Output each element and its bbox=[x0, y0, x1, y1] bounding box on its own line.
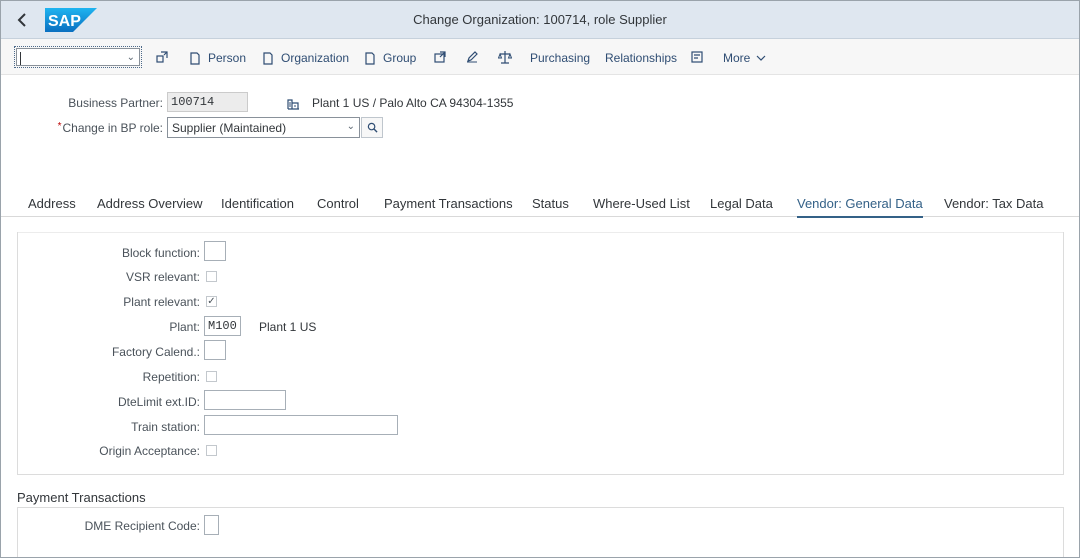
where-used-icon[interactable] bbox=[690, 50, 704, 64]
tab-identification[interactable]: Identification bbox=[221, 196, 294, 211]
change-role-label: *Change in BP role: bbox=[31, 121, 163, 135]
dme-recipient-code-field[interactable] bbox=[204, 515, 219, 535]
organization-button[interactable]: Organization bbox=[262, 49, 349, 67]
building-icon bbox=[287, 98, 299, 110]
page-title: Change Organization: 100714, role Suppli… bbox=[413, 12, 667, 27]
tab-vendor-tax-data[interactable]: Vendor: Tax Data bbox=[944, 196, 1044, 211]
train-station-field[interactable] bbox=[204, 415, 398, 435]
document-icon bbox=[190, 51, 200, 65]
chevron-left-icon bbox=[17, 13, 26, 27]
group-label: Group bbox=[383, 51, 417, 65]
repetition-checkbox[interactable] bbox=[206, 371, 217, 382]
chevron-down-icon[interactable]: ⌄ bbox=[347, 121, 355, 132]
business-partner-field[interactable]: 100714 bbox=[167, 92, 248, 112]
factory-calendar-label: Factory Calend.: bbox=[111, 345, 200, 359]
dte-limit-label: DteLimit ext.ID: bbox=[117, 395, 200, 409]
plant-label: Plant: bbox=[169, 320, 200, 334]
origin-acceptance-label: Origin Acceptance: bbox=[99, 444, 200, 458]
switch-partner-icon[interactable] bbox=[155, 50, 169, 64]
plant-relevant-checkbox[interactable]: ✓ bbox=[206, 296, 217, 307]
document-icon bbox=[263, 51, 273, 65]
train-station-label: Train station: bbox=[131, 420, 200, 434]
block-function-label: Block function: bbox=[121, 246, 200, 260]
tab-status[interactable]: Status bbox=[532, 196, 569, 211]
block-function-field[interactable] bbox=[204, 241, 226, 261]
purchasing-label: Purchasing bbox=[530, 51, 591, 65]
more-label: More bbox=[723, 51, 751, 65]
relationships-button[interactable]: Relationships bbox=[605, 49, 677, 67]
tab-vendor-general-data[interactable]: Vendor: General Data bbox=[797, 196, 923, 218]
tab-strip: Address Address Overview Identification … bbox=[1, 191, 1079, 218]
document-icon bbox=[365, 51, 375, 65]
dme-recipient-code-label: DME Recipient Code: bbox=[84, 519, 200, 533]
more-button[interactable]: More bbox=[723, 49, 767, 67]
tab-legal-data[interactable]: Legal Data bbox=[710, 196, 773, 211]
group-button[interactable]: Group bbox=[364, 49, 416, 67]
chevron-down-icon bbox=[756, 55, 766, 61]
back-button[interactable] bbox=[11, 10, 33, 30]
tab-address-overview[interactable]: Address Overview bbox=[97, 196, 202, 211]
business-partner-label: Business Partner: bbox=[68, 96, 163, 110]
bp-description-text: Plant 1 US / Palo Alto CA 94304-1355 bbox=[312, 96, 514, 110]
command-input[interactable]: ⌄ bbox=[16, 48, 140, 66]
tab-control[interactable]: Control bbox=[317, 196, 359, 211]
factory-calendar-field[interactable] bbox=[204, 340, 226, 360]
repetition-label: Repetition: bbox=[142, 370, 200, 384]
application-toolbar: ⌄ Person Organization Group Purchasing R… bbox=[1, 39, 1079, 75]
person-button[interactable]: Person bbox=[189, 49, 246, 67]
tab-payment-transactions[interactable]: Payment Transactions bbox=[384, 196, 513, 211]
dte-limit-field[interactable] bbox=[204, 390, 286, 410]
purchasing-button[interactable]: Purchasing bbox=[530, 49, 590, 67]
plant-description: Plant 1 US bbox=[259, 320, 317, 334]
command-field[interactable]: ⌄ bbox=[14, 46, 142, 68]
business-partner-description: Plant 1 US / Palo Alto CA 94304-1355 bbox=[287, 96, 513, 110]
payment-transactions-heading: Payment Transactions bbox=[17, 490, 146, 505]
bp-role-value: Supplier (Maintained) bbox=[172, 121, 287, 135]
required-marker: * bbox=[57, 121, 62, 132]
balance-scale-icon[interactable] bbox=[497, 50, 513, 64]
organization-label: Organization bbox=[281, 51, 350, 65]
person-label: Person bbox=[208, 51, 247, 65]
chevron-down-icon[interactable]: ⌄ bbox=[127, 52, 135, 63]
sap-window: SAP Change Organization: 100714, role Su… bbox=[0, 0, 1080, 558]
text-cursor bbox=[20, 52, 21, 65]
vsr-relevant-checkbox[interactable] bbox=[206, 271, 217, 282]
shell-bar: SAP Change Organization: 100714, role Su… bbox=[1, 1, 1079, 39]
search-icon bbox=[367, 122, 378, 133]
tab-where-used-list[interactable]: Where-Used List bbox=[593, 196, 690, 211]
origin-acceptance-checkbox[interactable] bbox=[206, 445, 217, 456]
change-role-label-text: Change in BP role: bbox=[62, 121, 163, 135]
relationships-label: Relationships bbox=[605, 51, 678, 65]
sap-logo: SAP bbox=[45, 8, 97, 32]
plant-field[interactable]: M100 bbox=[204, 316, 241, 336]
edit-icon[interactable] bbox=[465, 50, 479, 64]
vsr-relevant-label: VSR relevant: bbox=[125, 270, 200, 284]
bp-role-select[interactable]: Supplier (Maintained) ⌄ bbox=[167, 117, 360, 138]
role-search-button[interactable] bbox=[361, 117, 383, 138]
svg-text:SAP: SAP bbox=[48, 13, 81, 30]
checkmark-icon: ✓ bbox=[207, 296, 216, 307]
plant-relevant-label: Plant relevant: bbox=[123, 295, 200, 309]
tab-address[interactable]: Address bbox=[28, 196, 76, 211]
open-window-icon[interactable] bbox=[433, 50, 447, 64]
